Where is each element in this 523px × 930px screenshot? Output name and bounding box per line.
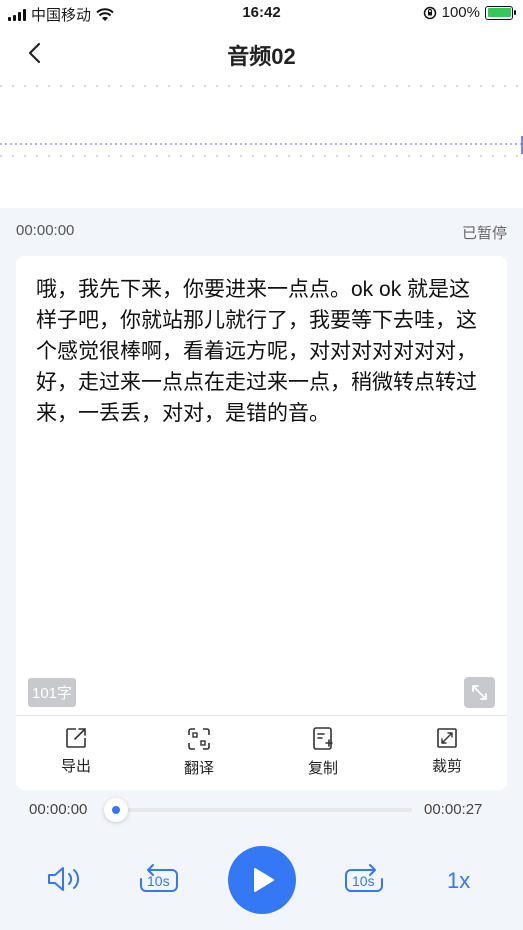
recording-time-row: 00:00:00 已暂停 xyxy=(16,222,507,242)
page-title: 音频02 xyxy=(227,44,296,69)
transcript-text[interactable]: 哦，我先下来，你要进来一点点。ok ok 就是这样子吧，你就站那儿就行了，我要等… xyxy=(36,274,488,429)
recording-state: 已暂停 xyxy=(461,225,507,242)
copy-icon xyxy=(313,727,333,750)
forward-10s-button[interactable]: 10s xyxy=(342,862,386,896)
total-time: 00:00:27 xyxy=(424,801,483,818)
export-button[interactable]: 导出 xyxy=(36,726,116,776)
action-bar: 导出 翻译 复制 裁剪 xyxy=(16,726,507,786)
rewind-label: 10s xyxy=(147,873,170,889)
volume-icon[interactable] xyxy=(46,864,84,894)
status-bar: 中国移动 16:42 100% xyxy=(0,0,523,28)
crop-icon xyxy=(437,728,457,748)
progress-track[interactable] xyxy=(116,808,412,812)
status-right: 100% xyxy=(423,4,516,21)
orientation-lock-icon xyxy=(423,6,436,19)
play-icon xyxy=(254,868,274,892)
copy-label: 复制 xyxy=(307,760,338,777)
crop-label: 裁剪 xyxy=(431,758,462,775)
player-controls: 10s 10s 1x xyxy=(0,840,523,920)
transcript-card: 哦，我先下来，你要进来一点点。ok ok 就是这样子吧，你就站那儿就行了，我要等… xyxy=(16,256,507,790)
copy-button[interactable]: 复制 xyxy=(283,726,363,778)
progress-knob[interactable] xyxy=(104,798,128,822)
char-count-badge: 101字 xyxy=(28,678,77,707)
expand-icon xyxy=(472,685,487,700)
current-time: 00:00:00 xyxy=(29,801,88,818)
recording-elapsed: 00:00:00 xyxy=(16,222,75,239)
waveform xyxy=(0,78,523,208)
speed-button[interactable]: 1x xyxy=(447,868,470,894)
card-divider xyxy=(16,715,507,716)
forward-label: 10s xyxy=(352,873,375,889)
export-label: 导出 xyxy=(60,758,91,775)
translate-label: 翻译 xyxy=(183,760,214,777)
nav-bar: 音频02 xyxy=(0,28,523,78)
playback-progress: 00:00:00 00:00:27 xyxy=(0,795,523,825)
expand-button[interactable] xyxy=(464,677,495,708)
crop-button[interactable]: 裁剪 xyxy=(407,726,487,776)
battery-percent: 100% xyxy=(441,4,480,21)
translate-icon xyxy=(188,728,210,750)
export-icon xyxy=(66,728,86,748)
play-button[interactable] xyxy=(228,846,296,914)
rewind-10s-button[interactable]: 10s xyxy=(137,862,181,896)
translate-button[interactable]: 翻译 xyxy=(159,726,239,778)
battery-icon xyxy=(485,5,516,20)
